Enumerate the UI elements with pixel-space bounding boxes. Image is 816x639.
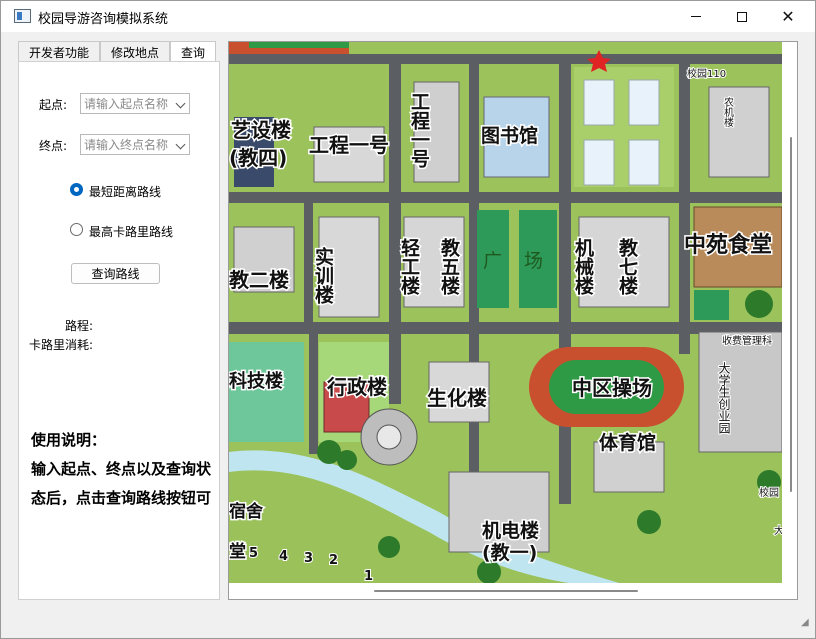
maximize-icon [737, 11, 747, 22]
map-label-training: 实训楼 [312, 246, 334, 305]
map-label-mech: 机械楼 [572, 238, 594, 296]
map-label-venture: 大学生创业园 [717, 362, 731, 435]
map-label-library: 图书馆 [481, 124, 538, 147]
map-label-campus110: 校园110 [687, 67, 726, 80]
calorie-label: 卡路里消耗: [29, 338, 94, 352]
calorie-route-label[interactable]: 最高卡路里路线 [89, 223, 173, 240]
campus-map[interactable]: 艺设楼 (教四) 工程一号 图书馆 教二楼 中苑食堂 科技楼 行政楼 生化楼 中… [229, 42, 782, 583]
map-label-square: 广场 [483, 250, 565, 272]
instructions-text: 输入起点、终点以及查询状态后，点击查询路线按钮可 [31, 460, 212, 507]
chevron-down-icon [175, 139, 186, 150]
shortest-route-label[interactable]: 最短距离路线 [89, 183, 161, 200]
map-label-field: 中区操场 [572, 376, 652, 400]
chevron-down-icon [175, 98, 186, 109]
instructions: 使用说明： 输入起点、终点以及查询状态后，点击查询路线按钮可 [31, 426, 211, 513]
start-placeholder: 请输入起点名称 [84, 97, 169, 111]
campus-map-view[interactable]: 艺设楼 (教四) 工程一号 图书馆 教二楼 中苑食堂 科技楼 行政楼 生化楼 中… [228, 41, 798, 600]
end-placeholder: 请输入终点名称 [84, 138, 169, 152]
end-label: 终点: [39, 139, 68, 153]
map-label-elec: 机电楼 [482, 519, 539, 542]
map-label-n5: 5 [249, 546, 258, 561]
tab-developer[interactable]: 开发者功能 [18, 41, 101, 62]
map-label-eng-vertical: 工程一号 [408, 92, 430, 168]
resize-grip-icon[interactable]: ◢ [801, 617, 809, 628]
calorie-route-radio[interactable] [70, 223, 83, 236]
map-label-agri: 农机楼 [722, 96, 734, 128]
search-route-button[interactable]: 查询路线 [71, 263, 160, 284]
app-window: 校园导游咨询模拟系统 ✕ 开发者功能 修改地点 查询 起点: 请输入起点名称 终… [0, 0, 816, 639]
map-label-n4: 4 [279, 549, 288, 564]
map-label-arts-sub: (教四) [229, 146, 287, 170]
maximize-button[interactable] [719, 1, 765, 32]
window-title: 校园导游咨询模拟系统 [38, 12, 169, 27]
start-label: 起点: [39, 98, 68, 112]
close-button[interactable]: ✕ [765, 1, 811, 32]
instructions-heading: 使用说明： [31, 431, 107, 449]
map-label-toll: 收费管理科 [722, 334, 772, 347]
start-combobox[interactable]: 请输入起点名称 [80, 93, 190, 114]
close-icon: ✕ [781, 6, 795, 26]
map-label-eng1: 工程一号 [309, 133, 389, 157]
shortest-route-radio[interactable] [70, 183, 83, 196]
minimize-icon [691, 16, 701, 17]
map-label-teach2: 教二楼 [229, 268, 289, 292]
control-panel: 开发者功能 修改地点 查询 起点: 请输入起点名称 终点: 请输入终点名称 最短… [18, 41, 220, 600]
distance-label: 路程: [65, 319, 94, 333]
app-icon [14, 9, 31, 23]
map-label-tech: 科技楼 [229, 370, 283, 392]
map-label-canteen: 中苑食堂 [684, 232, 772, 258]
tab-query[interactable]: 查询 [170, 41, 217, 63]
map-label-teach5: 教五楼 [438, 237, 460, 296]
map-label-bio: 生化楼 [427, 386, 487, 410]
map-label-hall: 堂 [229, 541, 246, 562]
minimize-button[interactable] [673, 1, 719, 32]
map-label-light: 轻工楼 [398, 237, 420, 296]
tab-edit-location[interactable]: 修改地点 [100, 41, 171, 62]
map-label-dorm: 宿舍 [229, 501, 263, 522]
title-bar: 校园导游咨询模拟系统 ✕ [1, 1, 815, 32]
map-label-gym: 体育馆 [599, 431, 656, 454]
map-label-n2: 2 [329, 553, 338, 568]
map-label-n3: 3 [304, 551, 313, 566]
vertical-scrollbar[interactable] [790, 137, 792, 492]
map-label-elec-sub: (教一) [482, 541, 537, 564]
map-label-n1: 1 [364, 569, 373, 583]
map-label-campus-edge: 校园 [759, 486, 779, 499]
horizontal-scrollbar[interactable] [374, 590, 638, 592]
map-label-teach7: 教七楼 [616, 237, 638, 296]
tab-bar: 开发者功能 修改地点 查询 [18, 41, 217, 63]
end-combobox[interactable]: 请输入终点名称 [80, 134, 190, 155]
map-label-big: 大 [774, 524, 782, 537]
map-label-admin: 行政楼 [326, 375, 387, 399]
query-tab-body: 起点: 请输入起点名称 终点: 请输入终点名称 最短距离路线 最高卡路里路线 查… [18, 61, 220, 600]
map-label-arts: 艺设楼 [231, 118, 291, 142]
